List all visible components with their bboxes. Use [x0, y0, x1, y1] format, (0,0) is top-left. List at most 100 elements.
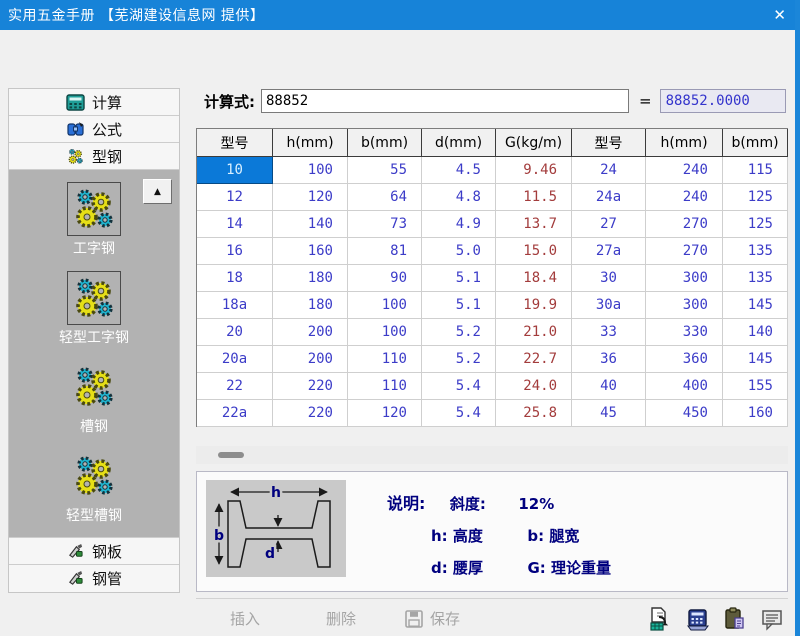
table-cell[interactable]: 220 [273, 400, 348, 427]
table-cell[interactable]: 90 [348, 265, 422, 292]
table-cell[interactable]: 4.5 [422, 157, 496, 184]
table-cell[interactable]: 40 [572, 373, 646, 400]
delete-button[interactable]: 删除 [326, 608, 356, 629]
table-cell[interactable]: 24a [572, 184, 646, 211]
table-cell[interactable]: 240 [646, 184, 723, 211]
table-cell[interactable]: 12 [197, 184, 273, 211]
table-cell[interactable]: 4.9 [422, 211, 496, 238]
table-cell[interactable]: 20a [197, 346, 273, 373]
table-cell[interactable]: 220 [273, 373, 348, 400]
table-cell[interactable]: 135 [723, 238, 788, 265]
scroll-up-button[interactable]: ▲ [143, 179, 172, 204]
light-channel-button[interactable] [67, 449, 121, 503]
sidebar-item-steel-pipe[interactable]: 钢管 [9, 565, 179, 592]
table-cell[interactable]: 25.8 [496, 400, 572, 427]
save-button[interactable]: 保存 [404, 608, 460, 629]
ibeam-button[interactable] [67, 182, 121, 236]
table-cell[interactable]: 145 [723, 346, 788, 373]
table-cell[interactable]: 64 [348, 184, 422, 211]
table-cell[interactable]: 20 [197, 319, 273, 346]
table-cell[interactable]: 27a [572, 238, 646, 265]
table-cell[interactable]: 22a [197, 400, 273, 427]
table-cell[interactable]: 22.7 [496, 346, 572, 373]
table-cell[interactable]: 5.4 [422, 373, 496, 400]
table-cell[interactable]: 100 [273, 157, 348, 184]
table-cell[interactable]: 110 [348, 373, 422, 400]
table-cell[interactable]: 21.0 [496, 319, 572, 346]
table-cell[interactable]: 200 [273, 319, 348, 346]
table-cell[interactable]: 81 [348, 238, 422, 265]
formula-input[interactable] [261, 89, 629, 113]
table-cell[interactable]: 125 [723, 184, 788, 211]
table-cell[interactable]: 19.9 [496, 292, 572, 319]
export-table-icon[interactable] [649, 607, 673, 631]
table-cell[interactable]: 24 [572, 157, 646, 184]
table-cell[interactable]: 18a [197, 292, 273, 319]
table-cell[interactable]: 73 [348, 211, 422, 238]
scrollbar-thumb[interactable] [218, 452, 244, 458]
table-cell[interactable]: 160 [723, 400, 788, 427]
table-cell[interactable]: 18.4 [496, 265, 572, 292]
table-cell[interactable]: 45 [572, 400, 646, 427]
table-cell[interactable]: 100 [348, 292, 422, 319]
table-cell[interactable]: 10 [197, 157, 273, 184]
table-cell[interactable]: 330 [646, 319, 723, 346]
table-cell[interactable]: 155 [723, 373, 788, 400]
close-button[interactable]: ✕ [773, 8, 786, 23]
table-cell[interactable]: 13.7 [496, 211, 572, 238]
table-cell[interactable]: 200 [273, 346, 348, 373]
table-cell[interactable]: 24.0 [496, 373, 572, 400]
table-cell[interactable]: 140 [723, 319, 788, 346]
table-cell[interactable]: 9.46 [496, 157, 572, 184]
insert-button[interactable]: 插入 [230, 608, 260, 629]
table-cell[interactable]: 270 [646, 238, 723, 265]
sidebar-item-calculate[interactable]: 计算 [9, 89, 179, 116]
sidebar-item-section-steel[interactable]: 型钢 [9, 143, 179, 170]
table-cell[interactable]: 5.0 [422, 238, 496, 265]
table-cell[interactable]: 300 [646, 292, 723, 319]
table-cell[interactable]: 22 [197, 373, 273, 400]
table-cell[interactable]: 180 [273, 292, 348, 319]
table-cell[interactable]: 5.2 [422, 319, 496, 346]
paste-icon[interactable] [723, 607, 747, 631]
table-cell[interactable]: 4.8 [422, 184, 496, 211]
table-cell[interactable]: 18 [197, 265, 273, 292]
light-ibeam-button[interactable] [67, 271, 121, 325]
sidebar-item-steel-plate[interactable]: 钢板 [9, 538, 179, 565]
table-cell[interactable]: 36 [572, 346, 646, 373]
table-cell[interactable]: 5.4 [422, 400, 496, 427]
table-cell[interactable]: 55 [348, 157, 422, 184]
table-cell[interactable]: 125 [723, 211, 788, 238]
calculator-tool-icon[interactable] [686, 607, 710, 631]
table-cell[interactable]: 145 [723, 292, 788, 319]
table-cell[interactable]: 120 [273, 184, 348, 211]
table-cell[interactable]: 400 [646, 373, 723, 400]
table-cell[interactable]: 15.0 [496, 238, 572, 265]
sidebar-item-formula[interactable]: 公式 [9, 116, 179, 143]
table-cell[interactable]: 450 [646, 400, 723, 427]
table-cell[interactable]: 5.2 [422, 346, 496, 373]
table-cell[interactable]: 30 [572, 265, 646, 292]
table-cell[interactable]: 140 [273, 211, 348, 238]
table-cell[interactable]: 5.1 [422, 292, 496, 319]
table-cell[interactable]: 360 [646, 346, 723, 373]
table-cell[interactable]: 100 [348, 319, 422, 346]
table-cell[interactable]: 5.1 [422, 265, 496, 292]
table-cell[interactable]: 160 [273, 238, 348, 265]
channel-button[interactable] [67, 360, 121, 414]
table-cell[interactable]: 14 [197, 211, 273, 238]
table-cell[interactable]: 30a [572, 292, 646, 319]
table-cell[interactable]: 270 [646, 211, 723, 238]
table-cell[interactable]: 180 [273, 265, 348, 292]
table-cell[interactable]: 11.5 [496, 184, 572, 211]
table-cell[interactable]: 120 [348, 400, 422, 427]
table-cell[interactable]: 27 [572, 211, 646, 238]
horizontal-scrollbar[interactable] [196, 446, 788, 464]
comment-icon[interactable] [760, 607, 784, 631]
table-cell[interactable]: 135 [723, 265, 788, 292]
table-cell[interactable]: 110 [348, 346, 422, 373]
table-cell[interactable]: 300 [646, 265, 723, 292]
table-cell[interactable]: 115 [723, 157, 788, 184]
table-cell[interactable]: 33 [572, 319, 646, 346]
table-cell[interactable]: 240 [646, 157, 723, 184]
